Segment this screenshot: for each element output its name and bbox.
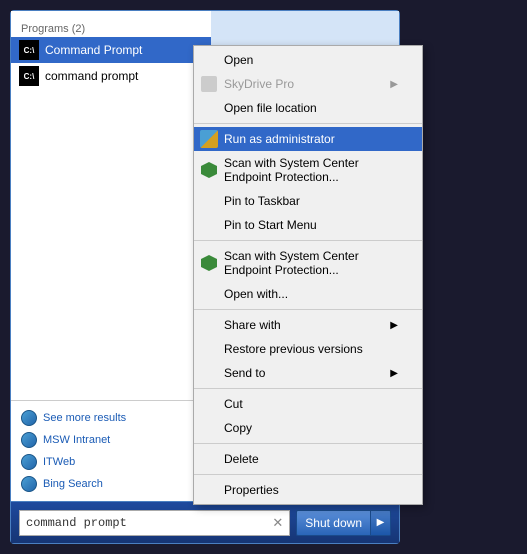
- search-clear-button[interactable]: ✕: [272, 515, 283, 531]
- green-shield-icon-2: [198, 253, 220, 273]
- link-itweb[interactable]: ITWeb: [21, 451, 201, 473]
- link-label-1: MSW Intranet: [43, 434, 110, 446]
- start-bottom: ✕ Shut down ▶: [11, 501, 399, 543]
- ctx-skydrive-label: SkyDrive Pro: [224, 77, 294, 91]
- chevron-right-icon: ▶: [377, 517, 385, 528]
- search-input[interactable]: [26, 516, 272, 530]
- program-label-0: Command Prompt: [45, 43, 142, 57]
- ctx-sep-6: [194, 474, 422, 475]
- ctx-skydrive: SkyDrive Pro ▶: [194, 72, 422, 96]
- ctx-sep-2: [194, 240, 422, 241]
- program-label-1: command prompt: [45, 69, 138, 83]
- program-item-0[interactable]: C:\ Command Prompt: [11, 37, 211, 63]
- left-panel: Programs (2) C:\ Command Prompt C:\ comm…: [11, 11, 211, 501]
- link-see-more[interactable]: See more results: [21, 407, 201, 429]
- ctx-open-with-label: Open with...: [224, 287, 288, 301]
- link-label-2: ITWeb: [43, 456, 75, 468]
- program-item-1[interactable]: C:\ command prompt: [11, 63, 211, 89]
- ctx-sep-3: [194, 309, 422, 310]
- ctx-restore-label: Restore previous versions: [224, 342, 363, 356]
- ctx-pin-start-label: Pin to Start Menu: [224, 218, 317, 232]
- links-section: See more results MSW Intranet ITWeb Bing…: [11, 400, 211, 501]
- send-to-arrow-icon: ▶: [390, 368, 398, 379]
- ctx-scan-2[interactable]: Scan with System Center Endpoint Protect…: [194, 244, 422, 282]
- ctx-send-to[interactable]: Send to ▶: [194, 361, 422, 385]
- search-box: ✕: [19, 510, 290, 536]
- ctx-sep-5: [194, 443, 422, 444]
- shutdown-button[interactable]: Shut down ▶: [296, 510, 391, 536]
- ctx-open-location-label: Open file location: [224, 101, 317, 115]
- ctx-pin-taskbar[interactable]: Pin to Taskbar: [194, 189, 422, 213]
- uac-icon: [198, 129, 220, 149]
- ctx-scan-1-label: Scan with System Center Endpoint Protect…: [224, 156, 398, 184]
- link-label-0: See more results: [43, 412, 126, 424]
- ctx-properties[interactable]: Properties: [194, 478, 422, 502]
- ctx-send-to-label: Send to: [224, 366, 265, 380]
- globe-icon-0: [21, 410, 37, 426]
- link-label-3: Bing Search: [43, 478, 103, 490]
- shutdown-label: Shut down: [297, 516, 370, 530]
- ctx-sep-1: [194, 123, 422, 124]
- cmd-icon-0: C:\: [19, 40, 39, 60]
- ctx-run-admin-label: Run as administrator: [224, 132, 335, 146]
- ctx-share-with[interactable]: Share with ▶: [194, 313, 422, 337]
- link-bing[interactable]: Bing Search: [21, 473, 201, 495]
- ctx-copy-label: Copy: [224, 421, 252, 435]
- cmd-icon-1: C:\: [19, 66, 39, 86]
- ctx-cut[interactable]: Cut: [194, 392, 422, 416]
- link-msw[interactable]: MSW Intranet: [21, 429, 201, 451]
- ctx-delete[interactable]: Delete: [194, 447, 422, 471]
- ctx-delete-label: Delete: [224, 452, 259, 466]
- globe-icon-3: [21, 476, 37, 492]
- shutdown-arrow-button[interactable]: ▶: [370, 510, 390, 536]
- ctx-pin-start[interactable]: Pin to Start Menu: [194, 213, 422, 237]
- context-menu: Open SkyDrive Pro ▶ Open file location R…: [193, 45, 423, 505]
- ctx-restore[interactable]: Restore previous versions: [194, 337, 422, 361]
- ctx-scan-1[interactable]: Scan with System Center Endpoint Protect…: [194, 151, 422, 189]
- skydrive-arrow-icon: ▶: [390, 79, 398, 90]
- share-with-arrow-icon: ▶: [390, 320, 398, 331]
- ctx-open[interactable]: Open: [194, 48, 422, 72]
- ctx-open-location[interactable]: Open file location: [194, 96, 422, 120]
- ctx-cut-label: Cut: [224, 397, 243, 411]
- ctx-properties-label: Properties: [224, 483, 279, 497]
- programs-title: Programs (2): [11, 19, 211, 37]
- ctx-copy[interactable]: Copy: [194, 416, 422, 440]
- ctx-open-label: Open: [224, 53, 253, 67]
- green-shield-icon-1: [198, 160, 220, 180]
- globe-icon-2: [21, 454, 37, 470]
- ctx-scan-2-label: Scan with System Center Endpoint Protect…: [224, 249, 398, 277]
- ctx-open-with[interactable]: Open with...: [194, 282, 422, 306]
- globe-icon-1: [21, 432, 37, 448]
- skydrive-icon: [198, 74, 220, 94]
- ctx-run-admin[interactable]: Run as administrator: [194, 127, 422, 151]
- ctx-pin-taskbar-label: Pin to Taskbar: [224, 194, 300, 208]
- ctx-sep-4: [194, 388, 422, 389]
- ctx-share-with-label: Share with: [224, 318, 281, 332]
